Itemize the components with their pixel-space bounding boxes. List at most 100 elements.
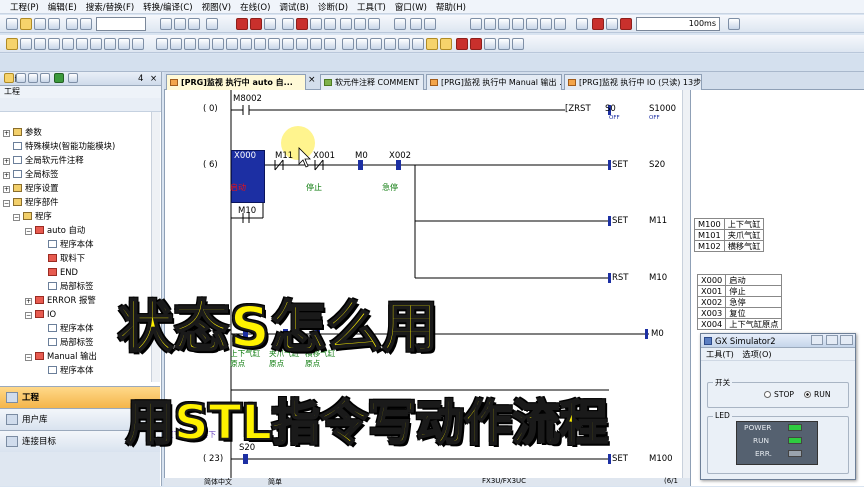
tree-item-auto-local-label[interactable]: 局部标签 [48,280,94,293]
tree-item-auto-body[interactable]: 程序本体 [48,238,94,251]
tree-item-program-settings[interactable]: + 程序设置 [3,182,59,195]
parallel-open-icon[interactable] [170,38,182,50]
instr-set-2[interactable]: SET [612,216,628,226]
break-list-icon[interactable] [512,18,524,30]
record-icon[interactable] [620,18,632,30]
save-icon[interactable] [34,18,46,30]
line-draw-icon[interactable] [342,38,354,50]
invert-icon[interactable] [324,38,336,50]
redo-icon[interactable] [80,18,92,30]
collapse-icon[interactable]: − [25,228,32,235]
step-over-icon[interactable] [484,18,496,30]
coil-icon[interactable] [212,38,224,50]
nav-new-icon[interactable] [4,73,14,83]
tree-item-manual[interactable]: − Manual 输出 [25,350,97,363]
instr-rst[interactable]: RST [612,273,629,283]
instr-set-3[interactable]: SET [612,454,628,464]
device-test-icon[interactable] [324,18,336,30]
instr-set-1[interactable]: SET [612,160,628,170]
layout-icon[interactable] [424,18,436,30]
cut-icon[interactable] [160,18,172,30]
expand-icon[interactable]: + [3,130,10,137]
nav-props-icon[interactable] [68,73,78,83]
scan-next-icon[interactable] [554,18,566,30]
tree-item-manual-body[interactable]: 程序本体 [48,364,94,377]
new-file-icon[interactable] [6,18,18,30]
tree-item-global-label[interactable]: + 全局标签 [3,168,59,181]
sim-menu-options[interactable]: 选项(O) [742,349,771,359]
label-icon[interactable] [48,38,60,50]
coil-m0[interactable]: M0 [651,329,664,339]
contact-m11[interactable]: M11 [275,151,293,161]
menu-diagnostics[interactable]: 诊断(D) [318,1,348,13]
break-icon[interactable] [498,18,510,30]
run-icon[interactable] [592,18,604,30]
menu-edit[interactable]: 编辑(E) [48,1,77,13]
hline-icon[interactable] [240,38,252,50]
toolbar-dropdown[interactable] [96,17,146,31]
nav-delete-icon[interactable] [40,73,50,83]
sfc-icon[interactable] [34,38,46,50]
contact-x001[interactable]: X001 [313,151,335,161]
module-icon[interactable] [132,38,144,50]
undo-icon[interactable] [66,18,78,30]
close-icon[interactable] [840,335,853,345]
library-icon[interactable] [118,38,130,50]
collapse-icon[interactable]: − [3,200,10,207]
tab-auto[interactable]: [PRG]监视 执行中 auto 自... [166,74,306,90]
tree-item-auto[interactable]: − auto 自动 [25,224,85,237]
read-plc-icon[interactable] [250,18,262,30]
menu-tools[interactable]: 工具(T) [357,1,386,13]
statement-icon[interactable] [470,38,482,50]
contact-x002[interactable]: X002 [389,151,411,161]
instruction-icon[interactable] [226,38,238,50]
parallel-closed-icon[interactable] [198,38,210,50]
collapse-icon[interactable]: − [13,214,20,221]
diagnostic-icon[interactable] [354,18,366,30]
find-icon[interactable] [206,18,218,30]
tab-io[interactable]: [PRG]监视 执行中 IO (只读) 13步 [564,74,702,90]
tree-item-special-module[interactable]: 特殊模块(智能功能模块) [13,140,115,153]
contact-m0[interactable]: M0 [355,151,368,161]
simulator-window[interactable]: GX Simulator2 工具(T) 选项(O) 开关 STOP RUN LE… [700,333,856,480]
watch-icon[interactable] [368,18,380,30]
convert-all-icon[interactable] [440,38,452,50]
vline-icon[interactable] [254,38,266,50]
zoom-icon[interactable] [412,38,424,50]
trace-icon[interactable] [526,18,538,30]
tree-item-io[interactable]: − IO [25,308,56,321]
menu-debug[interactable]: 调试(B) [279,1,308,13]
sim-menu-tools[interactable]: 工具(T) [706,349,734,359]
tree-item-end[interactable]: END [48,266,78,279]
nav-paste-icon[interactable] [28,73,38,83]
verify-icon[interactable] [264,18,276,30]
menu-convert[interactable]: 转换/编译(C) [143,1,192,13]
contact-x000[interactable]: X000 [234,151,256,161]
step-icon[interactable] [470,18,482,30]
zoom-out-icon[interactable] [512,38,524,50]
paste-icon[interactable] [188,18,200,30]
tree-item-pick-down[interactable]: 取料下 [48,252,85,265]
device-list-icon[interactable] [62,38,74,50]
tree-item-io-body[interactable]: 程序本体 [48,322,94,335]
minimize-icon[interactable] [811,335,823,345]
parallel-fall-icon[interactable] [310,38,322,50]
open-contact-icon[interactable] [156,38,168,50]
menu-project[interactable]: 工程(P) [10,1,39,13]
tree-item-program-parts[interactable]: − 程序部件 [3,196,59,209]
fall-contact-icon[interactable] [282,38,294,50]
tree-item-error[interactable]: + ERROR 报警 [25,294,96,307]
tree-item-io-local-label[interactable]: 局部标签 [48,336,94,349]
collapse-icon[interactable]: − [25,354,32,361]
closed-contact-icon[interactable] [184,38,196,50]
expand-icon[interactable]: + [3,186,10,193]
monitor-stop-icon[interactable] [296,18,308,30]
tab-close-icon[interactable]: × [308,75,316,85]
write-plc-icon[interactable] [236,18,248,30]
device-comment-icon[interactable] [456,38,468,50]
copy-icon[interactable] [174,18,186,30]
stop-radio[interactable] [764,391,771,398]
rung-insert-icon[interactable] [370,38,382,50]
tree-item-param[interactable]: + 参数 [3,126,42,139]
rung-delete-icon[interactable] [384,38,396,50]
